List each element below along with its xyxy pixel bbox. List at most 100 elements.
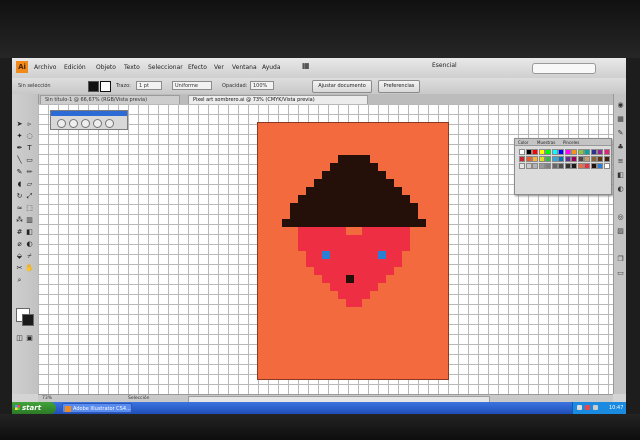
color-swatch[interactable] (532, 149, 538, 155)
color-swatch[interactable] (519, 149, 525, 155)
gradient-icon[interactable]: ◧ (25, 228, 34, 237)
hat-pixel-row[interactable] (306, 187, 402, 195)
color-swatch[interactable] (584, 149, 590, 155)
heart-pixel-row[interactable] (306, 251, 402, 259)
color-swatch[interactable] (558, 149, 564, 155)
mouth[interactable] (346, 275, 354, 283)
volume-icon[interactable] (593, 405, 598, 410)
left-eye[interactable] (322, 251, 330, 259)
stroke-swatch[interactable] (88, 81, 99, 92)
taskbar-app-illustrator[interactable]: Adobe Illustrator CS4... (62, 403, 132, 413)
selection-icon[interactable]: ➤ (15, 120, 24, 129)
heart-pixel-row[interactable] (298, 235, 410, 243)
heart-pixel-row[interactable] (314, 267, 394, 275)
hat-pixel-row[interactable] (314, 179, 394, 187)
color-swatch[interactable] (564, 149, 571, 155)
color-swatch[interactable] (603, 149, 610, 155)
slice-icon[interactable]: ⌿ (25, 252, 34, 261)
menu-select[interactable]: Seleccionar (148, 64, 183, 71)
color-swatch[interactable] (551, 163, 558, 169)
fill-swatch[interactable] (100, 81, 111, 92)
heart-pixel-row[interactable] (306, 259, 402, 267)
align-bottom-icon[interactable] (105, 119, 114, 128)
color-swatch[interactable] (577, 156, 584, 162)
line-icon[interactable]: ╲ (15, 156, 24, 165)
document-setup-button[interactable]: Ajustar documento (312, 80, 372, 93)
pen-icon[interactable]: ✒ (15, 144, 24, 153)
color-swatch[interactable] (597, 149, 603, 155)
stroke-color-box[interactable] (22, 314, 34, 326)
color-swatch[interactable] (538, 156, 545, 162)
color-swatch[interactable] (597, 156, 603, 162)
transparency-icon[interactable]: ◐ (617, 186, 624, 193)
live-paint-icon[interactable]: ⬙ (15, 252, 24, 261)
color-panel-icon[interactable]: ◉ (617, 102, 624, 109)
graphic-styles-icon[interactable]: ▨ (617, 228, 624, 235)
direct-selection-icon[interactable]: ▹ (25, 120, 34, 129)
color-swatch[interactable] (584, 156, 590, 162)
brush-definition-dropdown[interactable]: Uniforme (172, 81, 212, 90)
color-swatch[interactable] (584, 163, 590, 169)
align-top-icon[interactable] (93, 119, 102, 128)
color-swatch[interactable] (571, 149, 577, 155)
color-swatch[interactable] (558, 156, 564, 162)
blob-brush-icon[interactable]: ◖ (15, 180, 24, 189)
color-swatch[interactable] (571, 156, 577, 162)
menu-view[interactable]: Ver (214, 64, 224, 71)
heart-pixel-row[interactable] (346, 299, 362, 307)
brush-icon[interactable]: ✎ (15, 168, 24, 177)
zoom-icon[interactable]: ⌕ (15, 276, 24, 285)
heart-pixel-row[interactable] (330, 283, 378, 291)
scissors-icon[interactable]: ✂ (15, 264, 24, 273)
artboards-icon[interactable]: ▭ (617, 270, 624, 277)
warp-icon[interactable]: ≈ (15, 204, 24, 213)
color-swatch[interactable] (519, 156, 525, 162)
color-swatch[interactable] (571, 163, 577, 169)
color-swatch[interactable] (545, 163, 551, 169)
heart-pixel-row[interactable] (362, 227, 410, 235)
menu-window[interactable]: Ventana (232, 64, 257, 71)
color-swatch[interactable] (551, 149, 558, 155)
color-swatch[interactable] (597, 163, 603, 169)
rectangle-icon[interactable]: ▭ (25, 156, 34, 165)
symbols-icon[interactable]: ♣ (617, 144, 624, 151)
tab-document-1[interactable]: Sin título-1 @ 66,67% (RGB/Vista previa) (40, 95, 180, 104)
heart-pixel-row[interactable] (338, 291, 370, 299)
zoom-level[interactable]: 73% (42, 396, 52, 401)
stroke-icon[interactable]: ≡ (617, 158, 624, 165)
hat-pixel-row[interactable] (322, 171, 386, 179)
tab-brushes[interactable]: Pinceles (563, 140, 579, 145)
menu-file[interactable]: Archivo (34, 64, 56, 71)
color-swatch[interactable] (538, 149, 545, 155)
network-icon[interactable] (577, 405, 582, 410)
graph-icon[interactable]: ▥ (25, 216, 34, 225)
align-right-icon[interactable] (81, 119, 90, 128)
hat-pixel-row[interactable] (290, 203, 418, 211)
hat-pixel-row[interactable] (298, 195, 410, 203)
menu-object[interactable]: Objeto (96, 64, 116, 71)
gradient-icon[interactable]: ◧ (617, 172, 624, 179)
tab-swatches[interactable]: Muestras (537, 140, 555, 145)
rotate-icon[interactable]: ↻ (15, 192, 24, 201)
magic-wand-icon[interactable]: ✦ (15, 132, 24, 141)
preferences-button[interactable]: Preferencias (378, 80, 420, 93)
align-center-icon[interactable] (69, 119, 78, 128)
menu-help[interactable]: Ayuda (262, 64, 281, 71)
color-swatch[interactable] (590, 156, 597, 162)
screen-mode-icon[interactable]: ▣ (25, 334, 34, 343)
hat-pixel-row[interactable] (330, 163, 378, 171)
heart-pixel-row[interactable] (298, 243, 410, 251)
align-left-icon[interactable] (57, 119, 66, 128)
color-swatch[interactable] (532, 156, 538, 162)
stroke-weight-field[interactable]: 1 pt (136, 81, 162, 90)
brushes-icon[interactable]: ✎ (617, 130, 624, 137)
symbol-sprayer-icon[interactable]: ⁂ (15, 216, 24, 225)
right-eye[interactable] (378, 251, 386, 259)
type-icon[interactable]: T (25, 144, 34, 153)
color-swatch[interactable] (532, 163, 538, 169)
start-button[interactable]: start (12, 402, 56, 414)
color-swatch[interactable] (564, 163, 571, 169)
panel-title-bar[interactable] (51, 111, 127, 116)
opacity-field[interactable]: 100% (250, 81, 274, 90)
color-swatch[interactable] (525, 149, 532, 155)
